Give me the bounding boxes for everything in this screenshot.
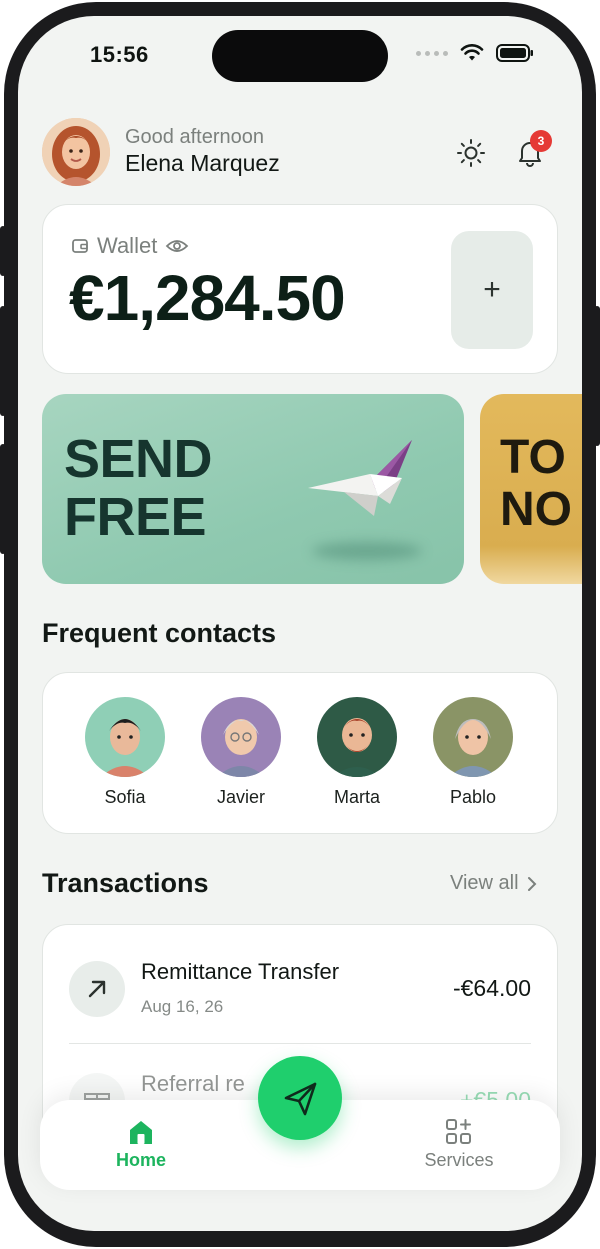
paper-plane-illustration-icon (308, 440, 412, 516)
contact-item[interactable]: Sofia (75, 697, 175, 808)
wallet-label-row: Wallet (71, 233, 189, 259)
user-name: Elena Marquez (125, 150, 280, 176)
promo-line-2: NO (500, 483, 572, 536)
status-icons (416, 44, 534, 62)
send-paper-plane-icon (284, 1082, 317, 1116)
phone-side-button (0, 226, 6, 276)
phone-volume-down (0, 444, 6, 554)
promo-line-1: SEND (64, 429, 213, 489)
divider (69, 1043, 531, 1044)
plane-shadow (312, 542, 422, 560)
contact-name: Javier (216, 787, 265, 807)
nav-home-label: Home (115, 1150, 166, 1170)
contact-name: Pablo (449, 787, 497, 807)
nav-services-label: Services (424, 1150, 494, 1170)
view-all-link[interactable]: View all (450, 872, 537, 895)
transaction-amount: -€64.00 (452, 975, 531, 1001)
contact-avatar (433, 697, 513, 777)
services-grid-icon (446, 1119, 471, 1144)
greeting-text: Good afternoon (125, 126, 264, 148)
promo-line-1: TO (500, 431, 566, 484)
frequent-contacts-title: Frequent contacts (42, 618, 277, 648)
theme-toggle-sun-icon[interactable] (456, 138, 486, 168)
wallet-card: Wallet €1,284.50 + (42, 204, 558, 374)
transaction-title: Referral re (141, 1071, 245, 1096)
signal-icon (416, 50, 448, 56)
add-funds-button[interactable]: + (451, 231, 533, 349)
send-money-button[interactable] (258, 1056, 342, 1140)
user-avatar-image (42, 118, 110, 186)
arrow-up-right-icon (69, 961, 125, 1017)
contact-item[interactable]: Pablo (423, 697, 523, 808)
transaction-title: Remittance Transfer (141, 959, 340, 984)
eye-icon[interactable] (165, 238, 189, 254)
notification-badge: 3 (530, 130, 552, 152)
contact-avatar (317, 697, 397, 777)
chevron-right-icon (527, 876, 536, 891)
contact-name: Sofia (104, 787, 146, 807)
contact-item[interactable]: Javier (191, 697, 291, 808)
app-screen: 15:56 Good afternoon Elena Marquez 3 Wal… (18, 16, 582, 1231)
phone-volume-up (0, 306, 6, 416)
dynamic-island (212, 30, 388, 82)
wallet-label: Wallet (97, 233, 158, 258)
status-time: 15:56 (90, 42, 149, 67)
battery-icon (496, 44, 533, 62)
promo-banner-top-now[interactable]: TO NO (480, 394, 582, 584)
nav-services[interactable]: Services (416, 1118, 502, 1171)
contacts-card: Sofia Javier Marta Pablo (42, 672, 558, 834)
contact-avatar (201, 697, 281, 777)
contact-avatar (85, 697, 165, 777)
wallet-icon (72, 239, 88, 253)
wallet-balance: €1,284.50 (69, 262, 346, 334)
contact-name: Marta (333, 787, 380, 807)
promo-line-2: FREE (64, 487, 207, 547)
wifi-icon (460, 44, 484, 61)
contact-item[interactable]: Marta (307, 697, 407, 808)
view-all-label: View all (450, 872, 519, 894)
home-icon (130, 1121, 152, 1144)
transactions-title: Transactions (42, 868, 209, 898)
nav-home[interactable]: Home (106, 1118, 176, 1171)
transaction-date: Aug 16, 26 (141, 997, 224, 1016)
promo-banner-send-free[interactable]: SEND FREE (42, 394, 464, 584)
phone-power-button (594, 306, 600, 446)
user-avatar[interactable] (42, 118, 110, 186)
